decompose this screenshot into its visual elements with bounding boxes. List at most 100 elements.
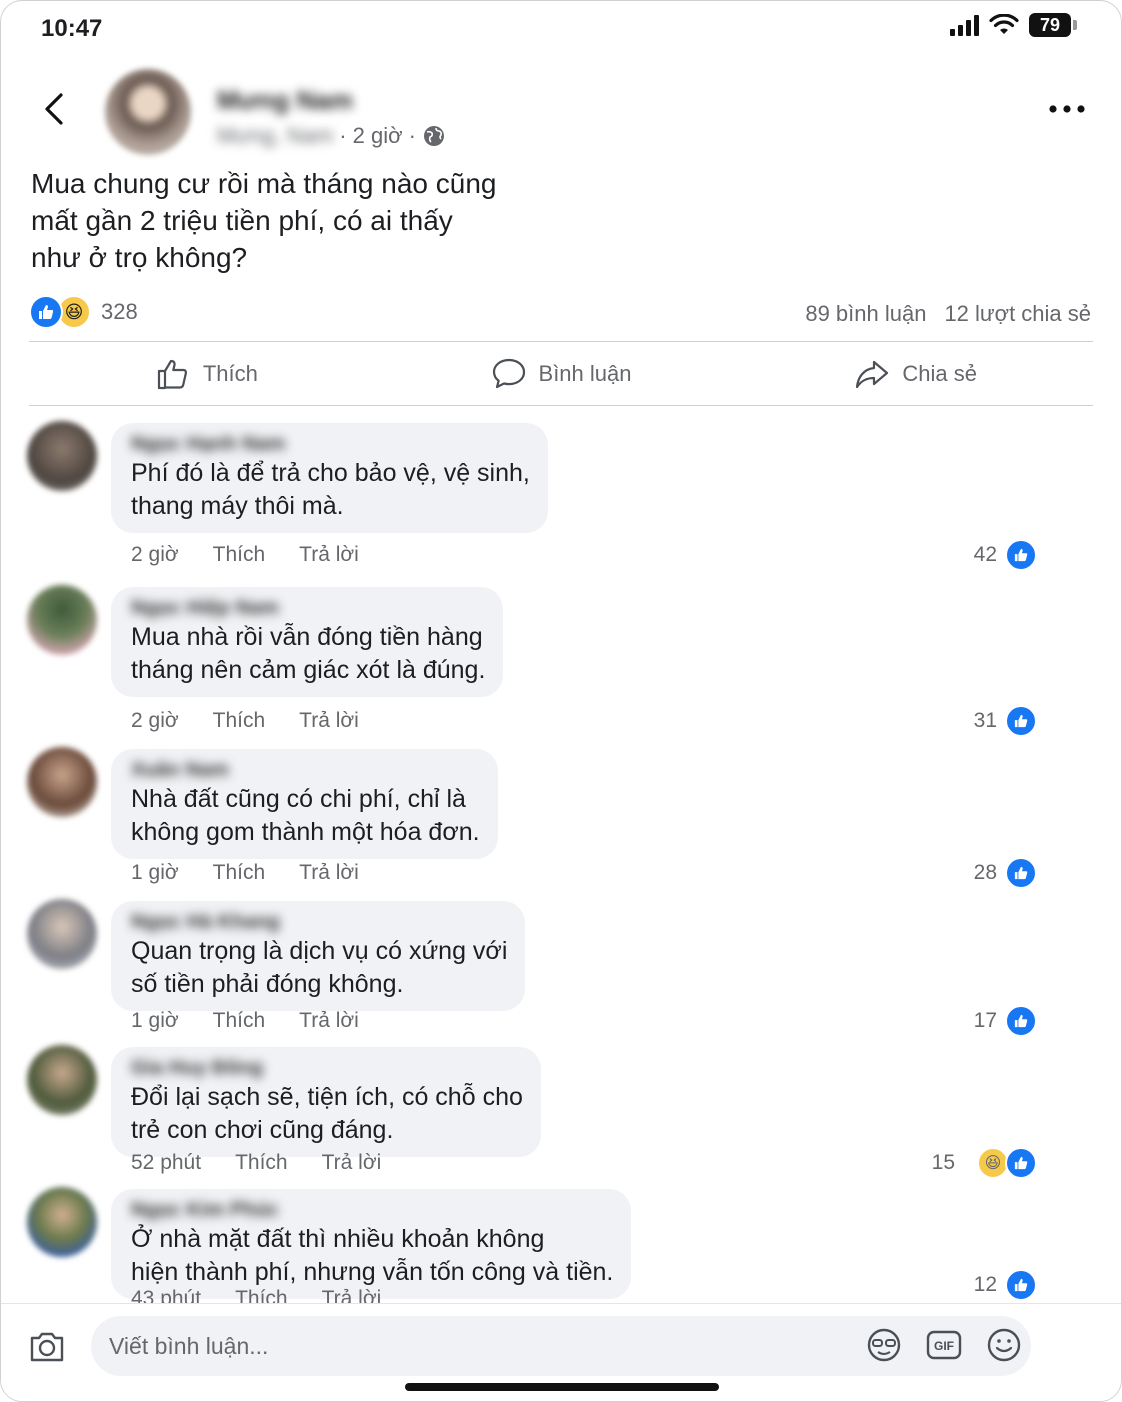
comment-reactions[interactable]: 42 [974,539,1037,571]
wifi-icon [989,14,1019,34]
commenter-avatar[interactable] [27,1187,97,1257]
shares-count[interactable]: 12 lượt chia sẻ [944,301,1091,327]
comment-actions: 1 giờ Thích Trả lời [131,1009,359,1033]
comment-text: Mua nhà rồi vẫn đóng tiền hàng tháng nên… [131,623,486,684]
commenter-name[interactable]: Ngọc Hiệp Nam [131,597,485,621]
camera-icon[interactable] [27,1326,67,1366]
comment-actions: 1 giờ Thích Trả lời [131,861,359,885]
like-reaction-icon [1005,539,1037,571]
commenter-avatar[interactable] [27,899,97,969]
comment-reply-button[interactable]: Trả lời [299,1009,359,1033]
share-arrow-icon [856,360,889,389]
commenter-avatar[interactable] [27,747,97,817]
author-sub-name: Mưng, Nam [217,123,334,148]
gif-icon[interactable]: GIF [925,1326,963,1364]
comment-reactions[interactable]: 15 😆 [932,1147,1037,1179]
comment-like-button[interactable]: Thích [213,709,266,733]
commenter-name[interactable]: Xuân Nam [131,759,480,783]
like-button[interactable]: Thích [29,343,384,405]
commenter-name[interactable]: Ngọc Kim Phúc [131,1199,613,1223]
commenter-avatar[interactable] [27,1045,97,1115]
status-icons: 79 [950,13,1077,37]
comment-bubble-icon [492,358,525,389]
comment-reactions[interactable]: 12 [974,1269,1037,1301]
comment-like-button[interactable]: Thích [213,861,266,885]
sticker-icon[interactable] [865,1326,903,1364]
comment-bubble: Ngọc Kim Phúc Ở nhà mặt đất thì nhiều kh… [111,1189,632,1299]
like-reaction-icon [1005,857,1037,889]
like-reaction-icon [1005,1147,1037,1179]
comment-button[interactable]: Bình luận [384,343,739,405]
author-name[interactable]: Mưng Nam [217,85,353,116]
comment-bubble: Ngọc Hạnh Nam Phí đó là để trả cho bảo v… [111,423,548,533]
comment-like-count: 17 [973,1009,997,1032]
like-reaction-icon [1005,1269,1037,1301]
post-action-bar: Thích Bình luận Chia sẻ [29,343,1093,405]
comment-like-count: 15 [931,1151,955,1174]
comment-like-button[interactable]: Thích [235,1151,288,1175]
post-stats: 89 bình luận 12 lượt chia sẻ [805,301,1091,327]
battery-level: 79 [1029,13,1071,37]
like-button-label: Thích [202,361,258,386]
comment-bubble: Ngọc Hiệp Nam Mua nhà rồi vẫn đóng tiền … [111,587,504,697]
comment-button-label: Bình luận [538,361,632,386]
comment-reply-button[interactable]: Trả lời [322,1151,382,1175]
post-text: Mua chung cư rồi mà tháng nào cũng mất g… [31,168,497,273]
comment-like-count: 28 [973,861,997,884]
divider [29,341,1093,342]
reaction-count: 328 [101,299,138,324]
comment-time: 2 giờ [131,709,179,732]
comment-reply-button[interactable]: Trả lời [299,861,359,885]
commenter-name[interactable]: Ngọc Hà Khang [131,911,507,935]
comment-actions: 2 giờ Thích Trả lời [131,709,359,733]
commenter-name[interactable]: Ngọc Hạnh Nam [131,433,530,457]
signal-icon [950,14,979,36]
globe-icon [423,126,444,146]
comment-like-button[interactable]: Thích [213,1009,266,1033]
thumbs-up-icon [157,359,187,390]
status-time: 10:47 [41,15,103,42]
comment-time: 2 giờ [131,543,179,566]
comment-bubble: Xuân Nam Nhà đất cũng có chi phí, chỉ là… [111,749,498,859]
post-meta: Mưng, Nam · 2 giờ · [217,123,446,149]
comment-reply-button[interactable]: Trả lời [299,543,359,567]
home-indicator[interactable] [405,1383,719,1391]
comment-text: Ở nhà mặt đất thì nhiều khoản không hiện… [131,1225,614,1286]
comment-actions: 2 giờ Thích Trả lời [131,543,359,567]
emoji-icon[interactable] [985,1326,1023,1364]
like-reaction-icon [1005,1005,1037,1037]
post-time: · 2 giờ · [339,123,416,148]
svg-text:GIF: GIF [934,1339,954,1353]
commenter-name[interactable]: Gia Huy Đông [131,1057,523,1081]
commenter-avatar[interactable] [27,585,97,655]
comment-text: Nhà đất cũng có chi phí, chỉ là không go… [131,785,480,846]
more-options-icon[interactable] [1047,97,1087,121]
reaction-summary[interactable]: 😆 328 [29,295,138,329]
app-frame: 10:47 79 Mưng Nam Mưng, Nam · 2 giờ · Mu… [0,0,1122,1402]
comment-text: Đổi lại sạch sẽ, tiện ích, có chỗ cho tr… [131,1083,523,1144]
comment-reply-button[interactable]: Trả lời [299,709,359,733]
comment-like-count: 42 [973,543,997,566]
author-avatar[interactable] [105,69,191,155]
comment-like-count: 12 [973,1273,997,1296]
share-button-label: Chia sẻ [902,361,977,386]
comment-time: 52 phút [131,1151,202,1174]
comment-text: Quan trọng là dịch vụ có xứng với số tiề… [131,937,508,998]
comment-reactions[interactable]: 31 [974,705,1037,737]
comment-like-button[interactable]: Thích [213,543,266,567]
comment-like-count: 31 [973,709,997,732]
comment-time: 1 giờ [131,861,179,884]
share-button[interactable]: Chia sẻ [738,343,1093,405]
comment-time: 1 giờ [131,1009,179,1032]
back-chevron-icon[interactable] [35,89,75,129]
battery-icon: 79 [1029,13,1077,37]
comment-bubble: Gia Huy Đông Đổi lại sạch sẽ, tiện ích, … [111,1047,541,1157]
comment-reactions[interactable]: 28 [974,857,1037,889]
comment-reactions[interactable]: 17 [974,1005,1037,1037]
commenter-avatar[interactable] [27,421,97,491]
divider [29,405,1093,406]
comment-bubble: Ngọc Hà Khang Quan trọng là dịch vụ có x… [111,901,526,1011]
comment-actions: 52 phút Thích Trả lời [131,1151,381,1175]
comments-count[interactable]: 89 bình luận [805,301,926,327]
comment-text: Phí đó là để trả cho bảo vệ, vệ sinh, th… [131,459,530,520]
